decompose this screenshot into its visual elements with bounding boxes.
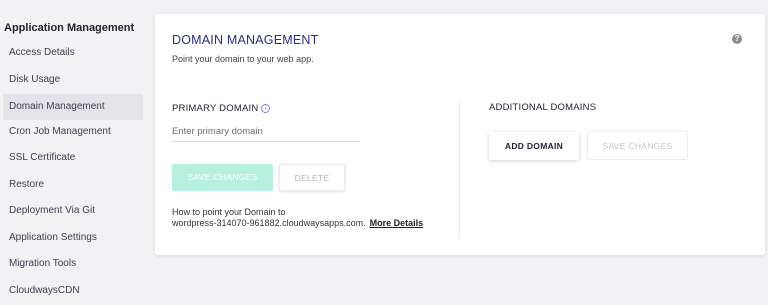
sidebar-item-disk-usage[interactable]: Disk Usage (3, 67, 143, 93)
sidebar-item-application-settings[interactable]: Application Settings (3, 225, 143, 251)
primary-domain-input[interactable] (172, 122, 360, 142)
page-title: DOMAIN MANAGEMENT (172, 33, 319, 47)
sidebar-item-cron-job-management[interactable]: Cron Job Management (3, 119, 143, 145)
section-divider (459, 102, 460, 239)
delete-button[interactable]: DELETE (279, 164, 345, 191)
help-text-line-2: wordpress-314070-961882.cloudwaysapps.co… (172, 218, 366, 228)
domain-help-text: How to point your Domain to wordpress-31… (172, 207, 423, 229)
more-details-link[interactable]: More Details (370, 218, 424, 228)
add-domain-button[interactable]: ADD DOMAIN (489, 132, 579, 160)
primary-domain-heading: PRIMARY DOMAIN i (172, 103, 271, 114)
save-changes-button[interactable]: SAVE CHANGES (172, 164, 273, 191)
question-circle-icon[interactable]: ? (732, 34, 742, 44)
primary-domain-label: PRIMARY DOMAIN (172, 103, 259, 114)
save-changes-additional-button[interactable]: SAVE CHANGES (587, 131, 688, 160)
page-subtitle: Point your domain to your web app. (172, 54, 314, 64)
help-text-line-1: How to point your Domain to (172, 207, 286, 217)
sidebar-item-domain-management[interactable]: Domain Management (3, 94, 143, 120)
sidebar-item-access-details[interactable]: Access Details (3, 40, 143, 66)
sidebar: Application Management Access Details Di… (0, 0, 148, 305)
sidebar-item-cloudways-cdn[interactable]: CloudwaysCDN (3, 278, 143, 304)
info-circle-icon[interactable]: i (261, 104, 271, 113)
sidebar-item-restore[interactable]: Restore (3, 172, 143, 198)
sidebar-title: Application Management (4, 22, 135, 34)
additional-domains-label: ADDITIONAL DOMAINS (489, 102, 597, 113)
sidebar-item-migration-tools[interactable]: Migration Tools (3, 251, 143, 277)
sidebar-item-deployment-via-git[interactable]: Deployment Via Git (3, 198, 143, 224)
domain-management-card: DOMAIN MANAGEMENT Point your domain to y… (155, 14, 765, 255)
sidebar-item-ssl-certificate[interactable]: SSL Certificate (3, 145, 143, 171)
